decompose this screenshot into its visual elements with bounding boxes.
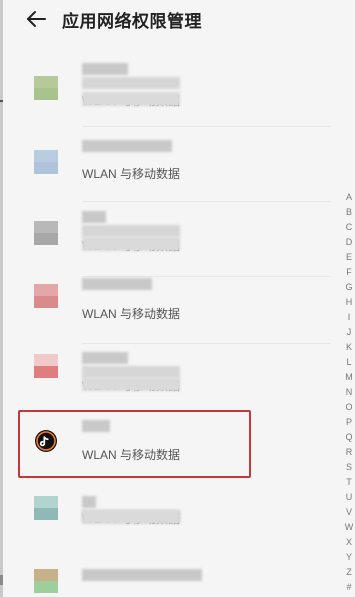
index-letter[interactable]: C [343, 220, 355, 235]
header: 应用网络权限管理 [0, 0, 355, 40]
alphabet-index[interactable]: A B C D E F G H I J K L M N O P Q R S T U V W X Y Z # [343, 190, 355, 595]
index-letter[interactable]: W [343, 520, 355, 535]
index-letter[interactable]: N [343, 385, 355, 400]
app-name-blurred [82, 278, 152, 290]
index-letter[interactable]: A [343, 190, 355, 205]
app-row[interactable]: WLAN 与移动数据 [30, 272, 330, 344]
index-letter[interactable]: # [343, 580, 355, 595]
index-letter[interactable]: P [343, 415, 355, 430]
tiktok-note-glyph [36, 431, 56, 451]
index-letter[interactable]: F [343, 265, 355, 280]
divider [82, 201, 330, 202]
app-name-blurred [82, 420, 110, 432]
index-letter[interactable]: Z [343, 565, 355, 580]
index-letter[interactable]: X [343, 535, 355, 550]
app-icon [34, 221, 58, 245]
network-mode-label: WLAN 与移动数据 [82, 167, 181, 181]
icon-top [34, 221, 58, 233]
app-name-blurred [82, 211, 106, 223]
edge-mark [0, 575, 3, 585]
index-letter[interactable]: G [343, 280, 355, 295]
app-row[interactable]: WLAN 与移动数据 [30, 408, 330, 480]
icon-top [34, 150, 58, 162]
icon-bottom [34, 296, 58, 308]
screen-left-edge [0, 0, 3, 597]
label-blur-mask [82, 510, 180, 524]
icon-bottom [34, 233, 58, 245]
app-name-blurred [82, 63, 128, 75]
app-icon [34, 496, 58, 520]
app-icon [34, 76, 58, 100]
icon-top [34, 284, 58, 296]
index-letter[interactable]: K [343, 340, 355, 355]
app-icon [34, 150, 58, 174]
back-button[interactable] [24, 6, 50, 32]
index-letter[interactable]: Y [343, 550, 355, 565]
arrow-left-icon [27, 11, 46, 27]
icon-bottom [34, 88, 58, 100]
icon-bottom [34, 162, 58, 174]
app-icon [34, 569, 58, 593]
index-letter[interactable]: R [343, 445, 355, 460]
index-letter[interactable]: O [343, 400, 355, 415]
index-letter[interactable]: E [343, 250, 355, 265]
icon-bottom [34, 366, 58, 378]
app-name-blurred [82, 496, 96, 508]
app-name-blurred [82, 569, 202, 581]
index-letter[interactable]: B [343, 205, 355, 220]
index-letter[interactable]: D [343, 235, 355, 250]
label-blur-mask [82, 377, 180, 391]
app-name-blurred [82, 225, 180, 237]
app-name-blurred [82, 140, 172, 152]
app-icon [34, 354, 58, 378]
icon-bottom [34, 581, 58, 593]
app-row[interactable]: WLAN 与移动数据 [30, 490, 330, 562]
icon-bottom [34, 508, 58, 520]
app-row[interactable]: WLAN 与移动数据 [30, 344, 330, 416]
divider [82, 126, 330, 127]
edge-mark [0, 100, 3, 102]
index-letter[interactable]: U [343, 490, 355, 505]
icon-top [34, 496, 58, 508]
icon-top [34, 569, 58, 581]
index-letter[interactable]: Q [343, 430, 355, 445]
app-icon [34, 284, 58, 308]
app-row[interactable]: WLAN 与移动数据 [30, 205, 330, 277]
app-name-blurred [82, 77, 180, 89]
network-mode-label: WLAN 与移动数据 [82, 307, 181, 321]
index-letter[interactable]: J [343, 325, 355, 340]
index-letter[interactable]: I [343, 310, 355, 325]
page-title: 应用网络权限管理 [62, 12, 202, 31]
icon-top [34, 76, 58, 88]
network-mode-label: WLAN 与移动数据 [82, 448, 181, 462]
app-row[interactable]: WLAN 与移动数据 [30, 130, 330, 202]
index-letter[interactable]: H [343, 295, 355, 310]
index-letter[interactable]: L [343, 355, 355, 370]
app-name-blurred [82, 352, 128, 364]
app-row[interactable] [30, 565, 330, 597]
label-blur-mask [82, 92, 180, 106]
app-row[interactable]: WLAN 与移动数据 [30, 55, 330, 127]
index-letter[interactable]: T [343, 475, 355, 490]
index-letter[interactable]: S [343, 460, 355, 475]
icon-top [34, 354, 58, 366]
label-blur-mask [82, 237, 180, 251]
tiktok-icon [35, 430, 57, 452]
index-letter[interactable]: M [343, 370, 355, 385]
index-letter[interactable]: V [343, 505, 355, 520]
